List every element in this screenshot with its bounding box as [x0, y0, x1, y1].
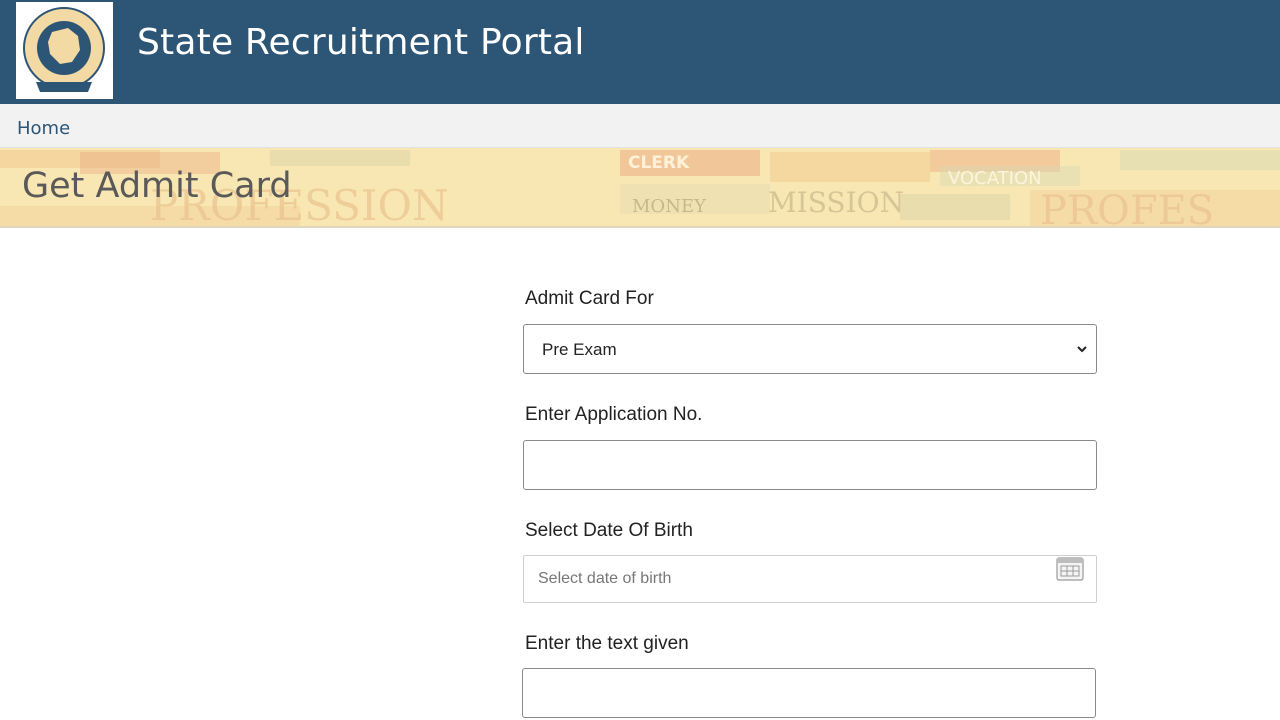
- admit-card-for-label: Admit Card For: [525, 288, 654, 309]
- application-no-label: Enter Application No.: [525, 404, 703, 425]
- banner-watermark-mission: MISSION: [768, 186, 904, 219]
- admit-card-for-selected: Pre Exam: [542, 340, 617, 359]
- site-header: State Recruitment Portal: [0, 0, 1280, 104]
- dob-input[interactable]: Select date of birth: [523, 555, 1097, 603]
- banner-watermark-vocation: VOCATION: [948, 168, 1042, 189]
- page-title: Get Admit Card: [22, 166, 292, 206]
- calendar-icon[interactable]: [1056, 556, 1084, 582]
- application-no-input[interactable]: [523, 440, 1097, 490]
- dob-placeholder: Select date of birth: [538, 570, 672, 587]
- chevron-down-icon: [1077, 346, 1087, 353]
- admit-card-for-select[interactable]: Pre Exam: [523, 324, 1097, 374]
- portal-logo[interactable]: [16, 2, 113, 99]
- captcha-input[interactable]: [522, 668, 1096, 718]
- nav-home-link[interactable]: Home: [17, 118, 70, 139]
- site-title: State Recruitment Portal: [137, 22, 585, 63]
- page-banner: PROFESSION CLERK MONEY MISSION VOCATION …: [0, 148, 1280, 228]
- banner-watermark-profes: PROFES: [1040, 188, 1214, 228]
- top-nav: Home: [0, 104, 1280, 148]
- dob-label: Select Date Of Birth: [525, 520, 693, 541]
- banner-watermark-clerk: CLERK: [628, 153, 690, 173]
- captcha-label: Enter the text given: [525, 633, 689, 654]
- banner-watermark-money: MONEY: [632, 196, 707, 217]
